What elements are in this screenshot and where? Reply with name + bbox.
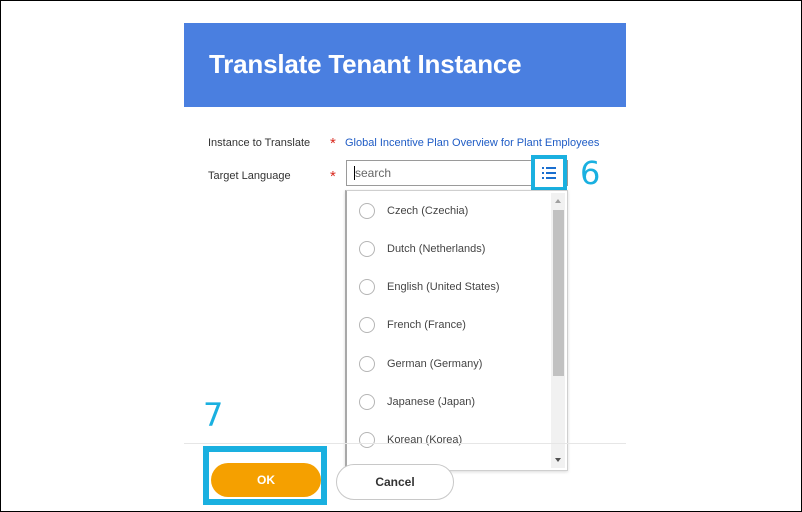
- option-label: Czech (Czechia): [387, 205, 469, 217]
- required-marker: *: [330, 135, 336, 152]
- radio-button[interactable]: [359, 203, 375, 219]
- scrollbar-thumb[interactable]: [553, 210, 564, 376]
- list-icon: [542, 167, 556, 179]
- cancel-button[interactable]: Cancel: [336, 464, 454, 500]
- instance-label: Instance to Translate: [208, 137, 311, 149]
- radio-button[interactable]: [359, 394, 375, 410]
- option-label: English (United States): [387, 281, 500, 293]
- option-label: Dutch (Netherlands): [387, 243, 486, 255]
- instance-value-link[interactable]: Global Incentive Plan Overview for Plant…: [345, 137, 599, 149]
- language-dropdown[interactable]: Czech (Czechia) Dutch (Netherlands) Engl…: [345, 190, 568, 471]
- list-prompt-button[interactable]: [531, 155, 567, 191]
- ok-highlight-box: [203, 446, 327, 505]
- option-label: French (France): [387, 319, 466, 331]
- dialog-header: Translate Tenant Instance: [184, 23, 626, 107]
- option-label: German (Germany): [387, 358, 483, 370]
- scroll-up-icon[interactable]: [555, 199, 561, 203]
- radio-button[interactable]: [359, 317, 375, 333]
- footer-divider: [184, 443, 626, 444]
- radio-button[interactable]: [359, 279, 375, 295]
- search-input[interactable]: [353, 165, 545, 181]
- dialog-title: Translate Tenant Instance: [209, 49, 522, 79]
- option-label: Korean (Korea): [387, 434, 463, 446]
- radio-button[interactable]: [359, 432, 375, 448]
- required-marker: *: [330, 168, 336, 185]
- target-language-label: Target Language: [208, 170, 291, 182]
- scroll-down-icon[interactable]: [555, 458, 561, 462]
- radio-button[interactable]: [359, 241, 375, 257]
- step-6-annotation: 6: [580, 154, 601, 192]
- text-caret: [354, 166, 355, 180]
- radio-button[interactable]: [359, 356, 375, 372]
- option-label: Japanese (Japan): [387, 396, 476, 408]
- scrollbar[interactable]: [551, 193, 565, 468]
- step-7-annotation: 7: [203, 396, 224, 434]
